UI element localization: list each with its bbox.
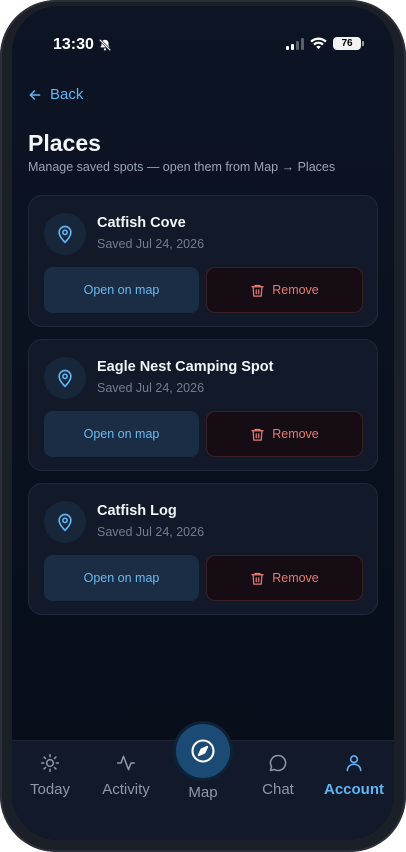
remove-label: Remove [272, 283, 319, 297]
tab-map-label[interactable]: Map [166, 784, 240, 801]
trash-icon [251, 284, 264, 297]
remove-button[interactable]: Remove [206, 411, 363, 457]
status-time-text: 13:30 [53, 36, 94, 53]
open-on-map-button[interactable]: Open on map [44, 411, 199, 457]
place-card: Eagle Nest Camping Spot Saved Jul 24, 20… [28, 339, 378, 471]
place-name: Catfish Log [97, 503, 177, 519]
wifi-icon [310, 37, 327, 50]
places-list: Catfish Cove Saved Jul 24, 2026 Open on … [28, 195, 378, 627]
activity-pulse-icon [116, 755, 136, 771]
remove-button[interactable]: Remove [206, 555, 363, 601]
place-saved-date: Saved Jul 24, 2026 [97, 525, 205, 539]
trash-icon [251, 428, 264, 441]
screen: 13:30 76 Back Places Manage saved spots … [12, 6, 394, 840]
place-card: Catfish Cove Saved Jul 24, 2026 Open on … [28, 195, 378, 327]
remove-label: Remove [272, 571, 319, 585]
remove-button[interactable]: Remove [206, 267, 363, 313]
cellular-signal-icon [286, 37, 304, 50]
sun-icon [40, 753, 60, 773]
location-pin-icon [44, 501, 86, 543]
silent-bell-icon [98, 38, 111, 52]
back-label: Back [50, 86, 84, 103]
open-on-map-button[interactable]: Open on map [44, 555, 199, 601]
place-saved-date: Saved Jul 24, 2026 [97, 237, 205, 251]
tab-chat-label: Chat [262, 781, 294, 798]
tab-today-label: Today [29, 781, 71, 798]
remove-label: Remove [272, 427, 319, 441]
trash-icon [251, 572, 264, 585]
place-card: Catfish Log Saved Jul 24, 2026 Open on m… [28, 483, 378, 615]
tab-activity[interactable]: Activity [88, 753, 164, 798]
battery-indicator: 76 [333, 37, 364, 50]
user-icon [346, 755, 362, 772]
location-pin-icon [44, 213, 86, 255]
tab-activity-label: Activity [102, 781, 150, 798]
status-indicators: 76 [286, 37, 364, 50]
place-saved-date: Saved Jul 24, 2026 [97, 381, 205, 395]
tab-today[interactable]: Today [12, 753, 88, 798]
tab-account-label: Account [324, 781, 384, 798]
tab-chat[interactable]: Chat [240, 753, 316, 798]
page-title: Places [28, 130, 101, 156]
page-subtitle: Manage saved spots — open them from Map … [28, 160, 336, 174]
battery-level: 76 [341, 38, 353, 49]
open-on-map-button[interactable]: Open on map [44, 267, 199, 313]
chat-bubble-icon [269, 754, 287, 772]
location-pin-icon [44, 357, 86, 399]
tab-map[interactable] [176, 724, 230, 778]
place-name: Catfish Cove [97, 215, 186, 231]
place-name: Eagle Nest Camping Spot [97, 359, 274, 375]
tab-account[interactable]: Account [316, 753, 392, 798]
compass-icon [191, 739, 215, 763]
back-button[interactable]: Back [28, 86, 83, 103]
status-time: 13:30 [53, 36, 112, 54]
arrow-left-icon [29, 89, 41, 100]
phone-frame: 13:30 76 Back Places Manage saved spots … [0, 0, 406, 852]
